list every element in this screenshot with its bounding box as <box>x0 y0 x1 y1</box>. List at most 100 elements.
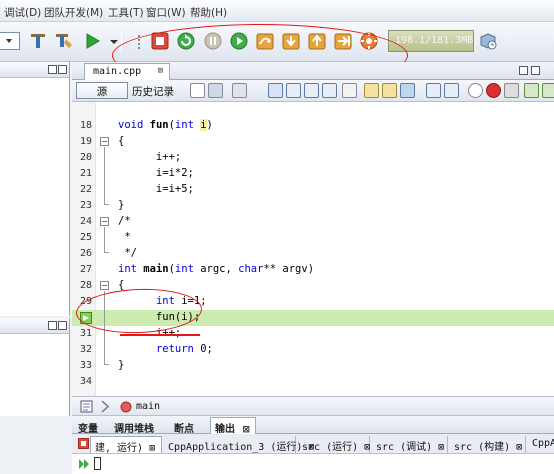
pause-icon[interactable] <box>203 31 223 51</box>
code-line[interactable]: 32 return 0; <box>72 342 554 358</box>
comment-icon[interactable] <box>524 83 539 98</box>
history-button[interactable]: 历史记录 <box>132 84 174 99</box>
clean-build-icon[interactable] <box>54 31 74 51</box>
step-into-icon[interactable] <box>281 31 301 51</box>
fold-toggle-icon[interactable]: − <box>100 137 109 146</box>
memory-usage-indicator[interactable]: 198.1/181.3MB <box>388 30 474 52</box>
find-previous-icon[interactable] <box>286 83 301 98</box>
token: void <box>118 119 144 131</box>
menu-debug[interactable]: 调试(D) <box>4 5 41 20</box>
uncomment-icon[interactable] <box>542 83 554 98</box>
output-tab-build-run[interactable]: 建, 运行) ⊠ <box>90 436 162 453</box>
code-line[interactable]: 18 void fun(int i) <box>72 118 554 134</box>
forward-icon[interactable] <box>232 83 247 98</box>
console-input-cursor[interactable] <box>94 457 101 470</box>
code-text: { <box>118 135 125 147</box>
menu-help[interactable]: 帮助(H) <box>190 5 227 20</box>
tab-call-stack[interactable]: 调用堆栈 <box>110 418 158 435</box>
menu-tools[interactable]: 工具(T) <box>108 5 144 20</box>
maximize-panel-icon[interactable] <box>58 65 67 74</box>
line-number: 33 <box>79 360 92 371</box>
output-subtabs: 建, 运行) ⊠ CppApplication_3 (运行) ⊠ src (运行… <box>72 434 554 454</box>
output-console[interactable] <box>72 454 554 474</box>
minimize-panel-icon[interactable] <box>48 65 57 74</box>
configuration-combo[interactable] <box>0 32 20 50</box>
stop-macro-icon[interactable] <box>504 83 519 98</box>
code-text: } <box>118 359 125 371</box>
code-text: * <box>118 231 131 243</box>
menu-window[interactable]: 窗口(W) <box>146 5 186 20</box>
output-tab-src-build[interactable]: src (构建) ⊠ <box>450 436 526 453</box>
file-icon[interactable] <box>80 400 94 413</box>
code-line[interactable]: 20 i++; <box>72 150 554 166</box>
output-tab-src-debug[interactable]: src (调试) ⊠ <box>372 436 448 453</box>
code-line[interactable]: 34 <box>72 374 554 390</box>
token: main <box>143 263 169 275</box>
close-tab-icon[interactable]: ⊠ <box>158 66 163 76</box>
shift-right-icon[interactable] <box>444 83 459 98</box>
code-line[interactable]: 31 i++; <box>72 326 554 342</box>
breadcrumb-function[interactable]: main <box>136 401 160 412</box>
find-selection-icon[interactable] <box>322 83 337 98</box>
minimize-panel-icon[interactable] <box>48 321 57 330</box>
fold-guide <box>104 227 105 252</box>
shift-left-icon[interactable] <box>426 83 441 98</box>
tab-main-cpp[interactable]: main.cpp ⊠ <box>84 63 170 80</box>
tab-variables[interactable]: 变量 <box>74 418 102 435</box>
step-over-icon[interactable] <box>255 31 275 51</box>
find-icon[interactable] <box>268 83 283 98</box>
code-text: int i=1; <box>155 295 207 307</box>
finish-debug-icon[interactable] <box>150 31 170 51</box>
toggle-highlight-icon[interactable] <box>342 83 357 98</box>
code-line[interactable]: 29 int i=1; <box>72 294 554 310</box>
toggle-bookmark-icon[interactable] <box>400 83 415 98</box>
last-edit-icon[interactable] <box>190 83 205 98</box>
fold-toggle-icon[interactable]: − <box>100 281 109 290</box>
current-execution-line[interactable]: 30 fun(i); <box>72 310 554 326</box>
back-icon[interactable] <box>208 83 223 98</box>
maximize-panel-icon[interactable] <box>58 321 67 330</box>
fold-toggle-icon[interactable]: − <box>100 217 109 226</box>
token: i <box>200 119 207 131</box>
code-line[interactable]: 25 * <box>72 230 554 246</box>
code-line[interactable]: 24 /* <box>72 214 554 230</box>
output-tab-cppapp[interactable]: CppAp <box>528 436 554 453</box>
code-line[interactable]: 33 } <box>72 358 554 374</box>
source-button[interactable]: 源 <box>76 82 128 99</box>
start-macro-icon[interactable] <box>468 83 483 98</box>
build-icon[interactable] <box>28 31 48 51</box>
stop-output-icon[interactable] <box>78 438 89 449</box>
code-line[interactable]: 26 */ <box>72 246 554 262</box>
garbage-collect-icon[interactable] <box>478 31 498 51</box>
menu-team[interactable]: 团队开发(M) <box>44 5 103 20</box>
rerun-icon[interactable] <box>78 458 90 470</box>
restart-icon[interactable] <box>176 31 196 51</box>
main-toolbar: 198.1/181.3MB <box>0 22 554 87</box>
previous-bookmark-icon[interactable] <box>364 83 379 98</box>
run-icon[interactable] <box>82 31 102 51</box>
code-editor[interactable]: 18 void fun(int i) 19 { 20 i++; 21 i=i*2… <box>72 102 554 396</box>
run-to-cursor-icon[interactable] <box>333 31 353 51</box>
fold-guide <box>104 291 105 364</box>
code-line[interactable]: 27 int main(int argc, char** argv) <box>72 262 554 278</box>
output-tab-src-run[interactable]: src (运行) ⊠ <box>298 436 370 453</box>
code-line[interactable]: 19 { <box>72 134 554 150</box>
continue-icon[interactable] <box>229 31 249 51</box>
maximize-editor-icon[interactable] <box>531 66 540 75</box>
code-line[interactable]: 22 i=i+5; <box>72 182 554 198</box>
step-out-icon[interactable] <box>307 31 327 51</box>
find-next-icon[interactable] <box>304 83 319 98</box>
code-line[interactable]: 28 { <box>72 278 554 294</box>
tab-breakpoints[interactable]: 断点 <box>170 418 198 435</box>
tab-output[interactable]: 输出 ⊠ <box>210 417 256 435</box>
run-dropdown-icon[interactable] <box>104 31 118 51</box>
toolbar-grip-icon <box>129 31 140 51</box>
minimize-editor-icon[interactable] <box>519 66 528 75</box>
apply-code-changes-icon[interactable] <box>359 31 379 51</box>
record-macro-icon[interactable] <box>486 83 501 98</box>
code-line[interactable]: 23 } <box>72 198 554 214</box>
code-line[interactable]: 21 i=i*2; <box>72 166 554 182</box>
next-bookmark-icon[interactable] <box>382 83 397 98</box>
output-tab-cppapplication-run[interactable]: CppApplication_3 (运行) ⊠ <box>164 436 314 453</box>
chevron-right-icon <box>101 400 110 413</box>
